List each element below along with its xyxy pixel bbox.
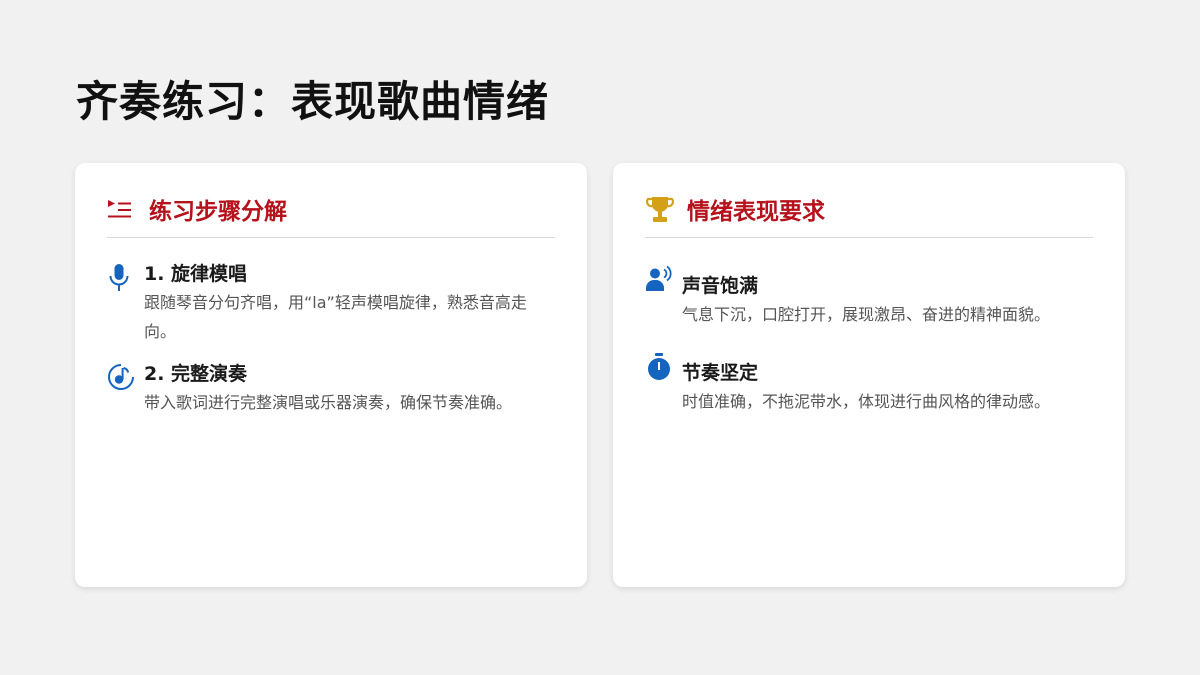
list-item: 2. 完整演奏 带入歌词进行完整演唱或乐器演奏，确保节奏准确。 <box>107 361 555 417</box>
person-voice-icon <box>645 263 682 293</box>
music-disc-icon <box>107 361 144 391</box>
emotion-requirements-card: 情绪表现要求 声音饱满 气息下沉，口腔打开，展现激昂、奋进的精神面貌。 节奏坚定… <box>613 163 1125 587</box>
list-item: 1. 旋律模唱 跟随琴音分句齐唱，用“la”轻声模唱旋律，熟悉音高走向。 <box>107 261 555 346</box>
item-description: 跟随琴音分句齐唱，用“la”轻声模唱旋律，熟悉音高走向。 <box>144 293 527 341</box>
stopwatch-icon <box>645 350 682 382</box>
card-title: 练习步骤分解 <box>149 199 287 225</box>
item-title: 1. 旋律模唱 <box>144 263 248 285</box>
item-title: 声音饱满 <box>682 275 759 297</box>
list-item: 节奏坚定 时值准确，不拖泥带水，体现进行曲风格的律动感。 <box>645 350 1093 416</box>
list-item: 声音饱满 气息下沉，口腔打开，展现激昂、奋进的精神面貌。 <box>645 263 1093 329</box>
page-title: 齐奏练习：表现歌曲情绪 <box>76 77 550 126</box>
card-title: 情绪表现要求 <box>687 199 825 225</box>
list-play-icon <box>107 195 141 225</box>
item-description: 带入歌词进行完整演唱或乐器演奏，确保节奏准确。 <box>144 393 513 412</box>
slide: 齐奏练习：表现歌曲情绪 练习步骤分解 1. 旋律模唱 跟随琴音分句齐唱，用“la… <box>0 0 1200 675</box>
trophy-icon <box>645 195 679 225</box>
item-description: 时值准确，不拖泥带水，体现进行曲风格的律动感。 <box>682 392 1051 411</box>
card-header: 情绪表现要求 <box>645 195 1093 238</box>
item-title: 2. 完整演奏 <box>144 363 248 385</box>
microphone-icon <box>107 261 144 293</box>
card-header: 练习步骤分解 <box>107 195 555 238</box>
practice-steps-card: 练习步骤分解 1. 旋律模唱 跟随琴音分句齐唱，用“la”轻声模唱旋律，熟悉音高… <box>75 163 587 587</box>
item-description: 气息下沉，口腔打开，展现激昂、奋进的精神面貌。 <box>682 305 1051 324</box>
item-title: 节奏坚定 <box>682 362 759 384</box>
